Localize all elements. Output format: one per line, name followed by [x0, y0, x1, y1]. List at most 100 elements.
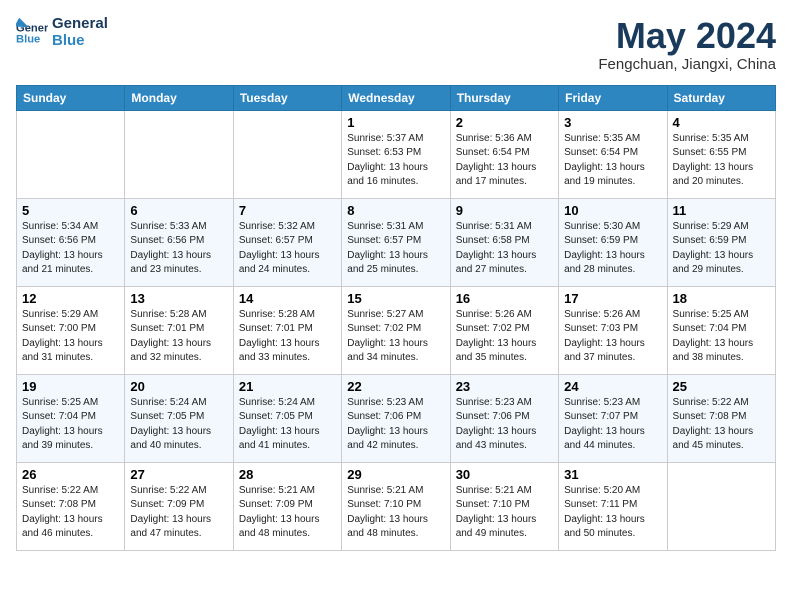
- calendar-cell: 19 Sunrise: 5:25 AMSunset: 7:04 PMDayligh…: [17, 374, 125, 462]
- day-number: 20: [130, 379, 227, 394]
- calendar-cell: 27 Sunrise: 5:22 AMSunset: 7:09 PMDayligh…: [125, 462, 233, 550]
- day-header-sunday: Sunday: [17, 85, 125, 110]
- calendar-cell: 18 Sunrise: 5:25 AMSunset: 7:04 PMDayligh…: [667, 286, 775, 374]
- day-info: Sunrise: 5:31 AMSunset: 6:57 PMDaylight:…: [347, 220, 444, 278]
- calendar-cell: 25 Sunrise: 5:22 AMSunset: 7:08 PMDayligh…: [667, 374, 775, 462]
- calendar-cell: 8 Sunrise: 5:31 AMSunset: 6:57 PMDaylight…: [342, 198, 450, 286]
- day-info: Sunrise: 5:23 AMSunset: 7:06 PMDaylight:…: [347, 396, 444, 454]
- day-header-wednesday: Wednesday: [342, 85, 450, 110]
- day-number: 24: [564, 379, 661, 394]
- calendar-cell: 3 Sunrise: 5:35 AMSunset: 6:54 PMDaylight…: [559, 110, 667, 198]
- day-number: 25: [673, 379, 770, 394]
- calendar-cell: [233, 110, 341, 198]
- day-info: Sunrise: 5:28 AMSunset: 7:01 PMDaylight:…: [130, 308, 227, 366]
- calendar-cell: 6 Sunrise: 5:33 AMSunset: 6:56 PMDaylight…: [125, 198, 233, 286]
- day-info: Sunrise: 5:28 AMSunset: 7:01 PMDaylight:…: [239, 308, 336, 366]
- calendar-cell: 15 Sunrise: 5:27 AMSunset: 7:02 PMDayligh…: [342, 286, 450, 374]
- week-row-2: 5Sunrise: 5:34 AMSunset: 6:56 PMDaylight…: [17, 198, 776, 286]
- calendar-cell: 24Sunrise: 5:23 AMSunset: 7:07 PMDayligh…: [559, 374, 667, 462]
- calendar-cell: [125, 110, 233, 198]
- logo-icon: General Blue: [16, 17, 48, 49]
- day-number: 30: [456, 467, 553, 482]
- calendar-cell: 22 Sunrise: 5:23 AMSunset: 7:06 PMDayligh…: [342, 374, 450, 462]
- calendar-table: SundayMondayTuesdayWednesdayThursdayFrid…: [16, 85, 776, 551]
- day-number: 19: [22, 379, 119, 394]
- day-number: 1: [347, 115, 444, 130]
- day-number: 14: [239, 291, 336, 306]
- day-number: 7: [239, 203, 336, 218]
- day-number: 21: [239, 379, 336, 394]
- day-header-saturday: Saturday: [667, 85, 775, 110]
- day-info: Sunrise: 5:22 AMSunset: 7:08 PMDaylight:…: [22, 484, 119, 542]
- day-number: 18: [673, 291, 770, 306]
- day-info: Sunrise: 5:37 AMSunset: 6:53 PMDaylight:…: [347, 132, 444, 190]
- day-number: 11: [673, 203, 770, 218]
- week-row-1: 1 Sunrise: 5:37 AMSunset: 6:53 PMDaylight…: [17, 110, 776, 198]
- day-number: 27: [130, 467, 227, 482]
- calendar-cell: 1 Sunrise: 5:37 AMSunset: 6:53 PMDaylight…: [342, 110, 450, 198]
- calendar-cell: 16Sunrise: 5:26 AMSunset: 7:02 PMDayligh…: [450, 286, 558, 374]
- calendar-cell: 12 Sunrise: 5:29 AMSunset: 7:00 PMDayligh…: [17, 286, 125, 374]
- day-info: Sunrise: 5:30 AMSunset: 6:59 PMDaylight:…: [564, 220, 661, 278]
- day-number: 15: [347, 291, 444, 306]
- day-info: Sunrise: 5:27 AMSunset: 7:02 PMDaylight:…: [347, 308, 444, 366]
- day-number: 16: [456, 291, 553, 306]
- day-info: Sunrise: 5:34 AMSunset: 6:56 PMDaylight:…: [22, 220, 119, 278]
- day-info: Sunrise: 5:20 AMSunset: 7:11 PMDaylight:…: [564, 484, 661, 542]
- day-info: Sunrise: 5:32 AMSunset: 6:57 PMDaylight:…: [239, 220, 336, 278]
- day-number: 6: [130, 203, 227, 218]
- day-info: Sunrise: 5:33 AMSunset: 6:56 PMDaylight:…: [130, 220, 227, 278]
- day-number: 31: [564, 467, 661, 482]
- calendar-cell: 4 Sunrise: 5:35 AMSunset: 6:55 PMDaylight…: [667, 110, 775, 198]
- calendar-cell: [17, 110, 125, 198]
- day-info: Sunrise: 5:36 AMSunset: 6:54 PMDaylight:…: [456, 132, 553, 190]
- day-info: Sunrise: 5:23 AMSunset: 7:06 PMDaylight:…: [456, 396, 553, 454]
- day-info: Sunrise: 5:26 AMSunset: 7:03 PMDaylight:…: [564, 308, 661, 366]
- calendar-cell: 5Sunrise: 5:34 AMSunset: 6:56 PMDaylight…: [17, 198, 125, 286]
- day-info: Sunrise: 5:25 AMSunset: 7:04 PMDaylight:…: [673, 308, 770, 366]
- day-info: Sunrise: 5:29 AMSunset: 7:00 PMDaylight:…: [22, 308, 119, 366]
- calendar-cell: [667, 462, 775, 550]
- day-number: 8: [347, 203, 444, 218]
- day-info: Sunrise: 5:21 AMSunset: 7:10 PMDaylight:…: [456, 484, 553, 542]
- day-number: 28: [239, 467, 336, 482]
- day-info: Sunrise: 5:35 AMSunset: 6:55 PMDaylight:…: [673, 132, 770, 190]
- day-info: Sunrise: 5:22 AMSunset: 7:08 PMDaylight:…: [673, 396, 770, 454]
- calendar-cell: 26 Sunrise: 5:22 AMSunset: 7:08 PMDayligh…: [17, 462, 125, 550]
- day-header-tuesday: Tuesday: [233, 85, 341, 110]
- day-info: Sunrise: 5:25 AMSunset: 7:04 PMDaylight:…: [22, 396, 119, 454]
- day-number: 26: [22, 467, 119, 482]
- day-header-friday: Friday: [559, 85, 667, 110]
- calendar-cell: 14 Sunrise: 5:28 AMSunset: 7:01 PMDayligh…: [233, 286, 341, 374]
- title-block: May 2024 Fengchuan, Jiangxi, China: [598, 16, 776, 73]
- calendar-cell: 10Sunrise: 5:30 AMSunset: 6:59 PMDayligh…: [559, 198, 667, 286]
- calendar-cell: 9Sunrise: 5:31 AMSunset: 6:58 PMDaylight…: [450, 198, 558, 286]
- month-title: May 2024: [598, 16, 776, 56]
- page-header: General Blue General Blue May 2024 Fengc…: [16, 16, 776, 73]
- day-info: Sunrise: 5:22 AMSunset: 7:09 PMDaylight:…: [130, 484, 227, 542]
- day-number: 29: [347, 467, 444, 482]
- calendar-cell: 23 Sunrise: 5:23 AMSunset: 7:06 PMDayligh…: [450, 374, 558, 462]
- calendar-cell: 20 Sunrise: 5:24 AMSunset: 7:05 PMDayligh…: [125, 374, 233, 462]
- calendar-cell: 29 Sunrise: 5:21 AMSunset: 7:10 PMDayligh…: [342, 462, 450, 550]
- calendar-cell: 17 Sunrise: 5:26 AMSunset: 7:03 PMDayligh…: [559, 286, 667, 374]
- logo: General Blue General Blue: [16, 16, 108, 49]
- week-row-4: 19 Sunrise: 5:25 AMSunset: 7:04 PMDayligh…: [17, 374, 776, 462]
- day-number: 23: [456, 379, 553, 394]
- day-info: Sunrise: 5:35 AMSunset: 6:54 PMDaylight:…: [564, 132, 661, 190]
- svg-text:Blue: Blue: [16, 33, 40, 45]
- day-info: Sunrise: 5:21 AMSunset: 7:10 PMDaylight:…: [347, 484, 444, 542]
- day-number: 12: [22, 291, 119, 306]
- day-number: 22: [347, 379, 444, 394]
- calendar-cell: 21 Sunrise: 5:24 AMSunset: 7:05 PMDayligh…: [233, 374, 341, 462]
- calendar-cell: 30 Sunrise: 5:21 AMSunset: 7:10 PMDayligh…: [450, 462, 558, 550]
- week-row-5: 26 Sunrise: 5:22 AMSunset: 7:08 PMDayligh…: [17, 462, 776, 550]
- day-info: Sunrise: 5:24 AMSunset: 7:05 PMDaylight:…: [239, 396, 336, 454]
- day-info: Sunrise: 5:29 AMSunset: 6:59 PMDaylight:…: [673, 220, 770, 278]
- calendar-cell: 2Sunrise: 5:36 AMSunset: 6:54 PMDaylight…: [450, 110, 558, 198]
- day-number: 4: [673, 115, 770, 130]
- day-number: 17: [564, 291, 661, 306]
- day-number: 3: [564, 115, 661, 130]
- calendar-cell: 31 Sunrise: 5:20 AMSunset: 7:11 PMDayligh…: [559, 462, 667, 550]
- day-info: Sunrise: 5:24 AMSunset: 7:05 PMDaylight:…: [130, 396, 227, 454]
